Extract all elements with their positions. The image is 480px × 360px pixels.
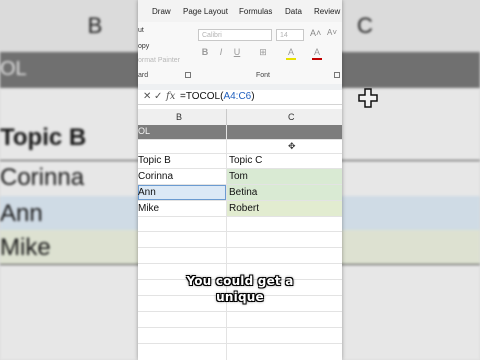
ribbon-home: ut opy ormat Painter ard Calibri 14 A˄ A… (138, 22, 342, 85)
cell-b-row3[interactable]: Mike (138, 203, 159, 214)
caption-line-2: unique (216, 290, 264, 304)
decrease-font-icon[interactable]: A˅ (327, 28, 337, 37)
column-header-b[interactable]: B (176, 112, 182, 122)
font-group-label: Font (256, 72, 271, 79)
caption-line-1: You could get a (186, 274, 294, 288)
cancel-icon[interactable]: ✕ (143, 91, 151, 102)
cell-c-row2[interactable]: Betina (229, 187, 257, 198)
formula-bar: ✕ ✓ fx =TOCOL(A4:C6) (138, 90, 342, 105)
column-header-c[interactable]: C (288, 112, 295, 122)
cell-topic-b[interactable]: Topic B (138, 155, 171, 166)
underline-button[interactable]: U (232, 47, 242, 58)
bold-button[interactable]: B (200, 47, 210, 58)
copy-button[interactable]: opy (138, 43, 149, 50)
cell-b-row2[interactable]: Ann (138, 187, 156, 198)
borders-icon[interactable]: ⊞ (258, 47, 268, 58)
cell-topic-c[interactable]: Topic C (229, 155, 262, 166)
formula-input[interactable]: =TOCOL(A4:C6) (180, 91, 255, 102)
ribbon-tab-bar: Draw Page Layout Formulas Data Review (138, 0, 342, 22)
italic-button[interactable]: I (216, 47, 226, 58)
cell-c-row1[interactable]: Tom (229, 171, 248, 182)
excel-window: Draw Page Layout Formulas Data Review ut… (138, 0, 342, 360)
clipboard-launcher-icon[interactable] (185, 72, 191, 78)
cut-button[interactable]: ut (138, 27, 144, 34)
dark-title-band (138, 125, 342, 139)
clipboard-group-label: ard (138, 72, 149, 79)
tab-review[interactable]: Review (314, 7, 340, 16)
tab-formulas[interactable]: Formulas (239, 7, 272, 16)
column-headers: B C (138, 109, 342, 126)
band-text: OL (138, 126, 151, 136)
fx-icon[interactable]: fx (166, 91, 175, 102)
move-cursor-icon: ✥ (288, 141, 296, 151)
font-color-icon[interactable]: A (312, 47, 322, 60)
format-painter-button[interactable]: ormat Painter (138, 57, 180, 64)
worksheet-grid[interactable]: OL ✥ Topic B Topic C Corinna Tom Ann Bet… (138, 125, 342, 360)
fill-color-icon[interactable]: A (286, 47, 296, 60)
font-launcher-icon[interactable] (334, 72, 340, 78)
tab-page-layout[interactable]: Page Layout (183, 7, 228, 16)
cell-c-row3[interactable]: Robert (229, 203, 259, 214)
tab-data[interactable]: Data (285, 7, 302, 16)
enter-icon[interactable]: ✓ (154, 91, 162, 102)
font-size-select[interactable]: 14 (276, 29, 304, 41)
tab-draw[interactable]: Draw (152, 7, 171, 16)
cell-b-row1[interactable]: Corinna (138, 171, 173, 182)
formula-range-ref: A4:C6 (223, 91, 252, 102)
increase-font-icon[interactable]: A˄ (310, 28, 321, 38)
font-family-select[interactable]: Calibri (198, 29, 272, 41)
